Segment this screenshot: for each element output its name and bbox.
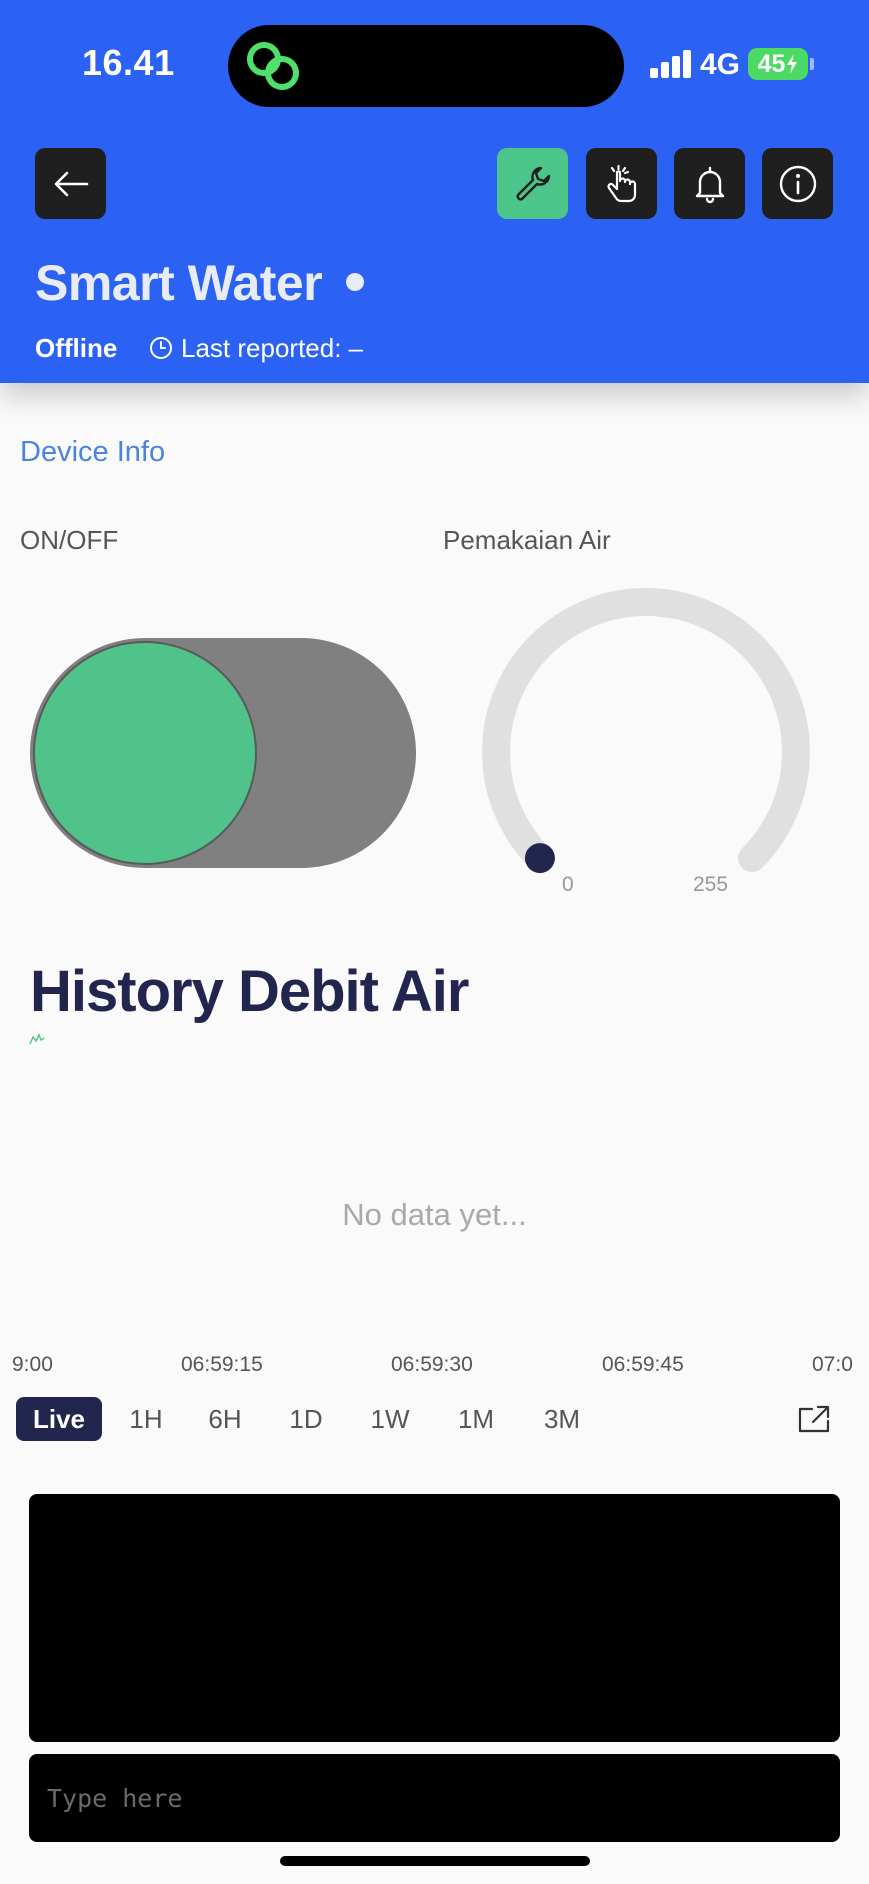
wrench-button[interactable] <box>497 148 568 219</box>
device-title: Smart Water <box>35 255 323 311</box>
switch-label: ON/OFF <box>20 525 119 555</box>
x-tick: 06:59:30 <box>391 1353 473 1376</box>
tap-hand-icon <box>606 164 636 202</box>
clock-icon <box>150 337 172 359</box>
link-app-icon <box>247 42 299 90</box>
switch-knob <box>33 641 257 865</box>
wrench-icon <box>516 166 550 200</box>
period-6h[interactable]: 6H <box>198 1397 252 1441</box>
period-1w[interactable]: 1W <box>360 1397 420 1441</box>
notifications-button[interactable] <box>674 148 745 219</box>
battery-cap <box>810 58 814 70</box>
gauge-label: Pemakaian Air <box>443 525 611 555</box>
x-tick: 07:0 <box>812 1353 853 1376</box>
device-info-tab[interactable]: Device Info <box>20 436 165 469</box>
bell-icon <box>695 166 724 203</box>
battery-level: 45 <box>757 49 786 78</box>
line-chart-icon <box>29 1033 45 1045</box>
export-icon[interactable] <box>797 1404 831 1434</box>
gauge-track <box>482 588 810 873</box>
last-reported: Last reported: – <box>181 333 364 363</box>
period-3m[interactable]: 3M <box>532 1397 592 1441</box>
on-off-switch[interactable] <box>30 638 416 868</box>
period-1m[interactable]: 1M <box>446 1397 506 1441</box>
x-tick: 9:00 <box>12 1353 53 1376</box>
dynamic-island <box>228 25 624 107</box>
water-usage-gauge <box>482 588 810 874</box>
gauge-max: 255 <box>693 873 729 896</box>
x-tick: 06:59:15 <box>181 1353 263 1376</box>
back-button[interactable] <box>35 148 106 219</box>
x-tick: 06:59:45 <box>602 1353 684 1376</box>
tap-button[interactable] <box>586 148 657 219</box>
battery-indicator: 45 <box>748 48 808 80</box>
app-header: 16.41 4G 45 Smart Water Offline Last rep… <box>0 0 869 383</box>
period-live[interactable]: Live <box>16 1397 102 1441</box>
connection-dot <box>346 273 364 291</box>
network-label: 4G <box>700 48 741 81</box>
info-button[interactable] <box>762 148 833 219</box>
terminal-output <box>29 1494 840 1742</box>
signal-icon <box>650 50 692 78</box>
empty-chart-message: No data yet... <box>342 1197 527 1232</box>
device-status: Offline <box>35 333 118 363</box>
history-title: History Debit Air <box>30 959 469 1024</box>
terminal-input[interactable] <box>29 1754 840 1842</box>
period-1d[interactable]: 1D <box>278 1397 334 1441</box>
period-1h[interactable]: 1H <box>118 1397 174 1441</box>
gauge-min: 0 <box>562 873 574 896</box>
info-icon <box>779 165 816 202</box>
back-icon <box>54 171 88 196</box>
home-indicator <box>280 1856 590 1866</box>
status-time: 16.41 <box>82 42 175 83</box>
charging-bolt-icon <box>787 54 798 74</box>
gauge-value-knob <box>524 843 555 874</box>
